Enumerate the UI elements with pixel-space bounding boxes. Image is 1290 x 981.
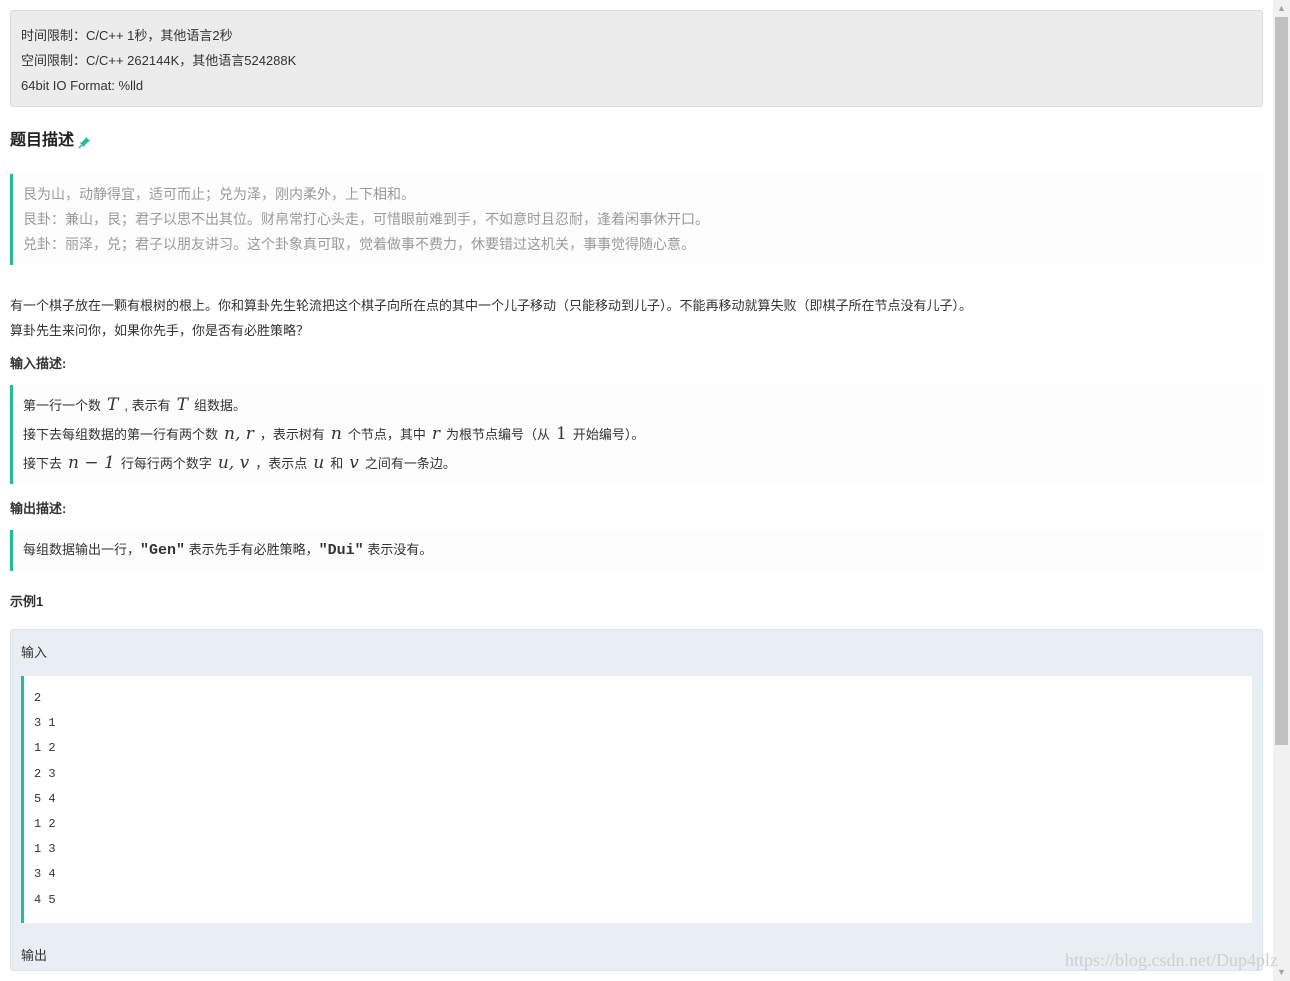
problem-content: 时间限制：C/C++ 1秒，其他语言2秒 空间限制：C/C++ 262144K，… [10, 10, 1263, 971]
math: v [349, 453, 359, 473]
io-format: 64bit IO Format: %lld [21, 78, 144, 93]
code-line: 1 2 [34, 741, 56, 756]
math: u [313, 453, 325, 473]
description-title: 题目描述 [10, 132, 75, 149]
text: ，表示树有 [259, 427, 325, 442]
problem-text-line: 算卦先生来问你，如果你先手，你是否有必胜策略？ [10, 323, 310, 338]
example-input-code[interactable]: 2 3 1 1 2 2 3 5 4 1 2 1 3 3 4 4 5 [21, 676, 1252, 923]
text: 表示没有。 [367, 542, 433, 557]
code-gen: "Gen" [140, 542, 186, 559]
text: 表示先手有必胜策略， [188, 542, 319, 557]
text: ，表示点 [255, 456, 308, 471]
text: 接下去 [23, 456, 63, 471]
input-description: 第一行一个数 T, 表示有 T 组数据。 接下去每组数据的第一行有两个数 n, r ，表示… [10, 385, 1263, 484]
math: T [176, 395, 188, 415]
output-line: 每组数据输出一行，"Gen" 表示先手有必胜策略，"Dui" 表示没有。 [23, 536, 1251, 565]
time-limit: 时间限制：C/C++ 1秒，其他语言2秒 [21, 28, 233, 43]
text: , 表示有 [124, 398, 171, 413]
code-line: 1 3 [34, 842, 56, 857]
math: n, r [224, 424, 254, 444]
poem-line: 艮为山，动静得宜，适可而止；兑为泽，刚内柔外，上下相和。 [23, 186, 415, 202]
watermark: https://blog.csdn.net/Dup4plz [1065, 950, 1278, 970]
vertical-scrollbar[interactable]: ▲ ▼ [1273, 0, 1290, 981]
example-box: 输入 2 3 1 1 2 2 3 5 4 1 2 1 3 3 4 4 5 输出 [10, 629, 1263, 971]
code-dui: "Dui" [318, 542, 364, 559]
example-input-label: 输入 [21, 645, 48, 660]
text: 开始编号）。 [572, 427, 645, 442]
code-line: 2 [34, 691, 42, 705]
poem-quote: 艮为山，动静得宜，适可而止；兑为泽，刚内柔外，上下相和。 艮卦：兼山，艮；君子以… [10, 174, 1263, 265]
code-line: 3 4 [34, 867, 56, 882]
code-line: 3 1 [34, 716, 56, 731]
input-line-3: 接下去 n − 1 行每行两个数字 u, v ，表示点 u 和 v 之间有一条边。 [23, 449, 1251, 478]
problem-text-line: 有一个棋子放在一颗有根树的根上。你和算卦先生轮流把这个棋子向所在点的其中一个儿子… [10, 298, 973, 313]
pin-icon[interactable] [78, 134, 92, 149]
output-description: 每组数据输出一行，"Gen" 表示先手有必胜策略，"Dui" 表示没有。 [10, 530, 1263, 571]
text: 第一行一个数 [23, 398, 102, 413]
scroll-up-arrow-icon[interactable]: ▲ [1273, 0, 1290, 17]
text: 组数据。 [193, 398, 246, 413]
input-heading: 输入描述: [10, 356, 67, 371]
poem-line: 兑卦：丽泽，兑；君子以朋友讲习。这个卦象真可取，觉着做事不费力，休要错过这机关，… [23, 236, 695, 252]
math: 1 [556, 424, 567, 444]
math: T [107, 395, 119, 415]
example-title: 示例1 [10, 594, 44, 609]
math: u, v [217, 453, 250, 473]
code-line: 4 5 [34, 892, 56, 907]
math: n − 1 [68, 453, 115, 473]
text: 为根节点编号（从 [446, 427, 551, 442]
text: 和 [330, 456, 344, 471]
output-heading: 输出描述: [10, 501, 67, 516]
problem-text: 有一个棋子放在一颗有根树的根上。你和算卦先生轮流把这个棋子向所在点的其中一个儿子… [10, 293, 1263, 343]
code-line: 5 4 [34, 791, 56, 806]
poem-line: 艮卦：兼山，艮；君子以思不出其位。财帛常打心头走，可惜眼前难到手，不如意时且忍耐… [23, 211, 709, 227]
text: 行每行两个数字 [120, 456, 212, 471]
math: r [431, 424, 441, 444]
text: 接下去每组数据的第一行有两个数 [23, 427, 219, 442]
code-line: 2 3 [34, 766, 56, 781]
limits-panel: 时间限制：C/C++ 1秒，其他语言2秒 空间限制：C/C++ 262144K，… [10, 10, 1263, 107]
code-line: 1 2 [34, 816, 56, 831]
text: 之间有一条边。 [364, 456, 456, 471]
text: 每组数据输出一行， [23, 542, 141, 557]
input-line-2: 接下去每组数据的第一行有两个数 n, r ，表示树有 n 个节点，其中 r 为根节点编号（从… [23, 420, 1251, 449]
math: n [330, 424, 342, 444]
text: 个节点，其中 [347, 427, 426, 442]
space-limit: 空间限制：C/C++ 262144K，其他语言524288K [21, 53, 297, 68]
input-line-1: 第一行一个数 T , 表示有 T 组数据。 [23, 391, 1251, 420]
scrollbar-thumb[interactable] [1275, 17, 1288, 745]
description-heading: 题目描述 [10, 130, 1263, 152]
